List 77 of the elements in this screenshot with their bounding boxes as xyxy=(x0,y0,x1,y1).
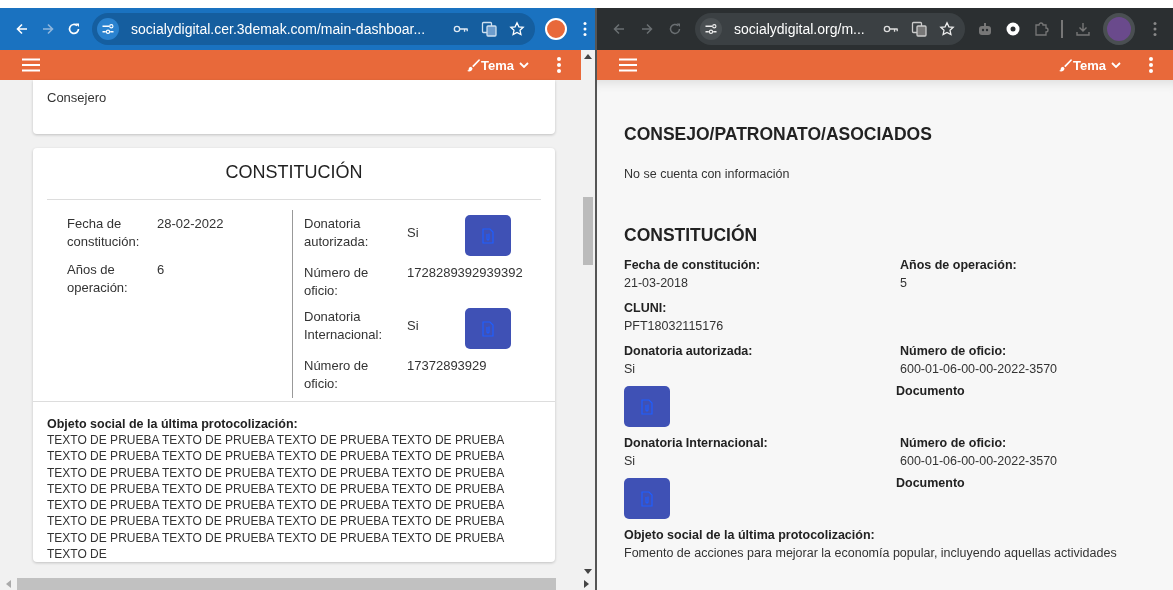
reload-icon[interactable] xyxy=(667,21,683,37)
field-value: PFT18032115176 xyxy=(624,318,724,335)
field-value: 1728289392939392 xyxy=(407,264,523,282)
back-icon[interactable] xyxy=(611,21,627,37)
field-label: Número de oficio: xyxy=(304,264,370,300)
profile-avatar[interactable] xyxy=(1103,13,1135,45)
url-text: socialydigital.cer.3demak.com/main-dashboar... xyxy=(131,21,427,37)
field-value: Si xyxy=(407,224,420,242)
field-label: Número de oficio: xyxy=(304,357,370,393)
address-bar[interactable]: socialydigital.org/m... xyxy=(695,13,965,45)
translate-icon[interactable] xyxy=(481,21,497,37)
role-value: Consejero xyxy=(47,90,107,105)
scroll-thumb[interactable] xyxy=(583,197,593,265)
field-label: Donatoria Internacional: xyxy=(624,435,768,452)
field-label: Objeto social de la última protocolización: xyxy=(47,416,299,432)
menu-icon[interactable] xyxy=(22,58,40,72)
document-caption: Documento xyxy=(896,384,965,398)
horizontal-scrollbar[interactable] xyxy=(0,578,595,590)
field-label: Donatoria autorizada: xyxy=(304,215,370,251)
address-bar[interactable]: socialydigital.cer.3demak.com/main-dashboar... xyxy=(92,13,535,45)
field-value: Si xyxy=(624,361,636,378)
document-icon xyxy=(482,320,494,337)
document-caption: Documento xyxy=(896,476,965,490)
field-label: Fecha de constitución: xyxy=(624,257,761,274)
site-settings-icon[interactable] xyxy=(97,18,119,40)
field-value: 17372893929 xyxy=(407,357,487,375)
site-settings-icon[interactable] xyxy=(700,18,722,40)
url-text: socialydigital.org/m... xyxy=(734,21,866,37)
description-text: TEXTO DE PRUEBA TEXTO DE PRUEBA TEXTO DE PRUEBA TEXTO DE PRUEBA TEXTO DE PRUEBA TEXTO DE PRUEBA TEXTO DE PRUEBA TEXTO DE PRUEBA TEXTO DE PRUEBA TEXTO DE PRUEBA TEXTO DE PRUEBA TEXTO DE PRUEBA TEXTO DE PRUEBA TEXTO DE PRUEBA TEXTO DE PRUEBA TEXTO DE PRUEBA TEXTO DE PRUEBA TEXTO DE PRUEBA TEXTO DE PRUEBA TEXTO DE PRUEBA TEXTO DE PRUEBA TEXTO DE PRUEBA TEXTO DE PRUEBA TEXTO DE PRUEBA TEXTO DE PRUEBA TEXTO DE PRUEBA TEXTO DE PRUEBA TEXTO DE PRUEBA TEXTO DE xyxy=(47,432,505,563)
forward-icon[interactable] xyxy=(639,21,655,37)
field-label: Donatoria autorizada: xyxy=(624,343,753,360)
section-title: CONSEJO/PATRONATO/ASOCIADOS xyxy=(624,124,933,145)
field-value: 21-03-2018 xyxy=(624,275,688,292)
scroll-up-icon[interactable] xyxy=(584,54,592,59)
translate-icon[interactable] xyxy=(911,21,927,37)
section-title: CONSTITUCIÓN xyxy=(224,160,364,184)
brush-icon xyxy=(1058,58,1072,72)
field-value: 600-01-06-00-00-2022-3570 xyxy=(900,453,1058,470)
menu-icon[interactable] xyxy=(619,58,637,72)
field-label: Donatoria Internacional: xyxy=(304,308,384,344)
field-value: 6 xyxy=(157,261,165,279)
section-title: CONSTITUCIÓN xyxy=(624,225,759,246)
forward-icon[interactable] xyxy=(40,21,56,37)
extension-icon[interactable] xyxy=(1005,21,1021,37)
download-icon[interactable] xyxy=(1075,21,1091,37)
scroll-right-icon[interactable] xyxy=(584,580,589,588)
empty-message: No se cuenta con información xyxy=(624,167,791,181)
field-value: 600-01-06-00-00-2022-3570 xyxy=(900,361,1058,378)
document-icon xyxy=(641,490,653,507)
chevron-down-icon xyxy=(1111,62,1121,68)
puzzle-icon[interactable] xyxy=(1033,21,1049,37)
menu-icon[interactable] xyxy=(583,21,587,37)
document-icon xyxy=(641,398,653,415)
reload-icon[interactable] xyxy=(66,21,82,37)
back-icon[interactable] xyxy=(14,21,30,37)
star-icon[interactable] xyxy=(939,21,955,37)
field-value: 5 xyxy=(900,275,907,292)
field-label: Fecha de constitución: xyxy=(67,215,141,251)
field-value: 28-02-2022 xyxy=(157,215,224,233)
description-text: Fomento de acciones para mejorar la economía popular, incluyendo aquellas actividades xyxy=(624,545,1118,562)
field-label: Años de operación: xyxy=(900,257,1017,274)
field-label: Años de operación: xyxy=(67,261,129,297)
more-options-icon[interactable] xyxy=(557,57,561,73)
field-label: Número de oficio: xyxy=(900,343,1007,360)
document-icon xyxy=(482,227,494,244)
field-value: Si xyxy=(624,453,636,470)
field-value: Si xyxy=(407,317,420,335)
scroll-left-icon[interactable] xyxy=(6,580,11,588)
menu-icon[interactable] xyxy=(1153,21,1157,37)
chevron-down-icon xyxy=(519,62,529,68)
scroll-down-icon[interactable] xyxy=(584,569,592,574)
brush-icon xyxy=(466,58,480,72)
robot-icon[interactable] xyxy=(977,21,993,37)
more-options-icon[interactable] xyxy=(1149,57,1153,73)
field-label: CLUNI: xyxy=(624,300,667,317)
field-label: Número de oficio: xyxy=(900,435,1007,452)
field-label: Objeto social de la última protocolización: xyxy=(624,527,876,544)
